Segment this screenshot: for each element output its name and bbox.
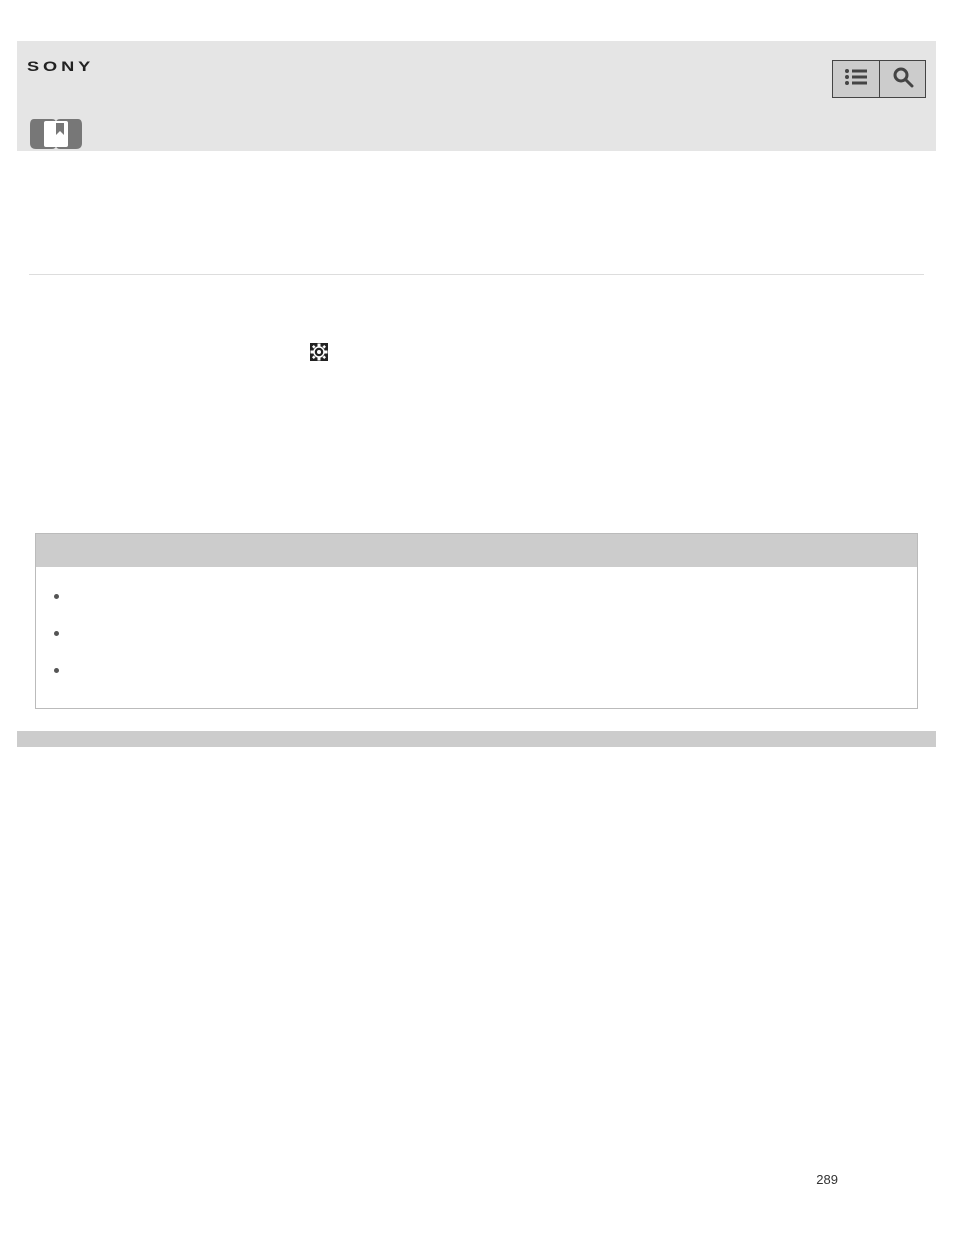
- sony-logo: SONY: [27, 58, 94, 74]
- subheader-bar: [17, 117, 936, 151]
- header-bar: SONY: [17, 41, 936, 117]
- list-item: [50, 585, 903, 622]
- list-item: [50, 659, 903, 696]
- search-icon: [892, 66, 914, 93]
- note-box: [35, 533, 918, 709]
- gear-icon: [310, 343, 328, 366]
- note-list: [50, 585, 903, 696]
- page-number: 289: [816, 1172, 838, 1187]
- list-icon: [844, 68, 868, 91]
- search-button[interactable]: [879, 60, 926, 98]
- note-body: [36, 567, 917, 708]
- note-header: [36, 534, 917, 567]
- page-container: SONY: [17, 41, 936, 747]
- content-area: [17, 151, 936, 731]
- spacer: [29, 363, 924, 533]
- book-icon: [30, 117, 82, 156]
- spacer: [29, 151, 924, 274]
- list-item: [50, 622, 903, 659]
- toolbar: [832, 60, 926, 98]
- gear-row: [29, 275, 924, 363]
- menu-button[interactable]: [832, 60, 879, 98]
